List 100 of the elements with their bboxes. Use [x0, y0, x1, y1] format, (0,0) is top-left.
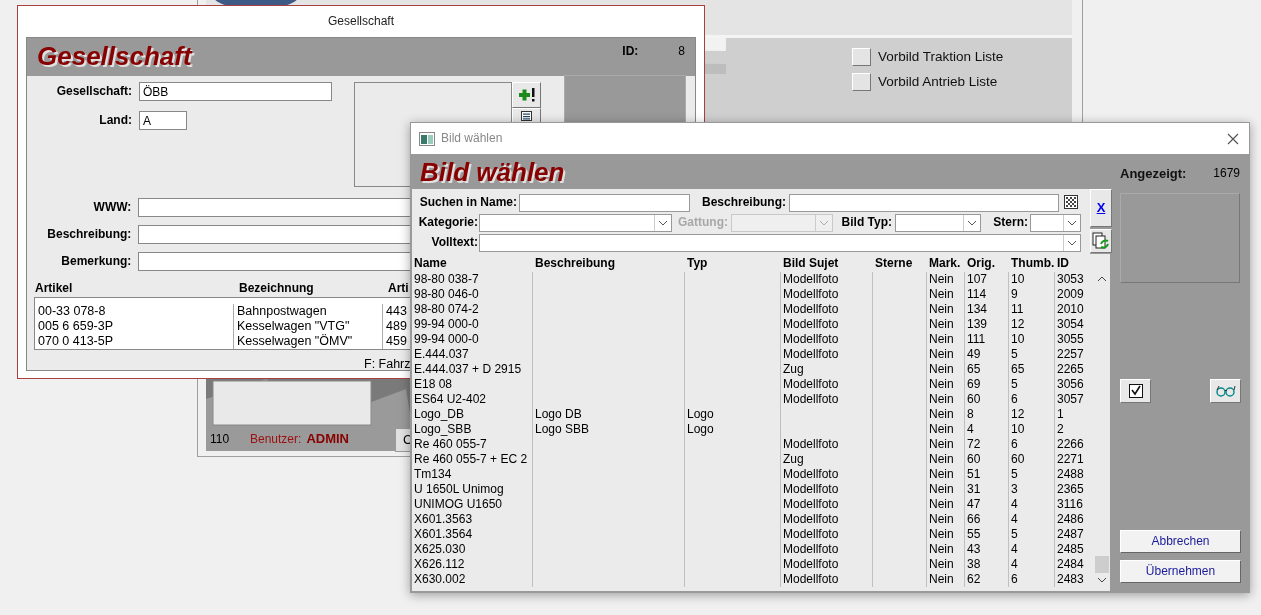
table-cell: Nein [927, 452, 965, 467]
table-cell-text: 2488 [1056, 467, 1085, 482]
table-cell: 62 [965, 572, 1009, 587]
table-cell: 12 [1009, 317, 1055, 332]
table-cell: Modellfoto [781, 512, 873, 527]
table-cell-text: 2487 [1056, 527, 1085, 542]
table-cell: Nein [927, 272, 965, 287]
table-cell-text: 3057 [1056, 392, 1085, 407]
user-name: ADMIN [306, 431, 349, 447]
column-header: Beschreibung [534, 255, 616, 272]
table-cell: Modellfoto [781, 377, 873, 392]
table-cell-text: 459 [385, 334, 407, 350]
table-cell-text: 3116 [1056, 497, 1084, 512]
table-cell: Nein [927, 482, 965, 497]
table-cell: Logo_DB [412, 407, 533, 422]
table-cell: X601.3564 [412, 527, 533, 542]
table-cell: Nein [927, 302, 965, 317]
table-cell-text: 2484 [1056, 557, 1085, 572]
window-title: Gesellschaft [327, 13, 395, 30]
table-cell: Nein [927, 572, 965, 587]
table-cell: Logo DB [533, 407, 685, 422]
table-cell: 5 [1009, 377, 1055, 392]
column-header: Artikel [35, 281, 74, 296]
table-cell: Nein [927, 317, 965, 332]
table-cell: E.444.037 [412, 347, 533, 362]
record-count: 110 [210, 432, 231, 447]
table-cell: Nein [927, 377, 965, 392]
table-cell: 69 [965, 377, 1009, 392]
table-cell: 111 [965, 332, 1009, 347]
field-label: Gesellschaft: [55, 84, 132, 99]
table-cell: 66 [965, 512, 1009, 527]
field-label: Bemerkung: [60, 254, 132, 269]
table-cell: Modellfoto [781, 332, 873, 347]
table-cell: Nein [927, 392, 965, 407]
field-label: Beschreibung: [46, 227, 132, 242]
table-cell: 6 [1009, 437, 1055, 452]
table-cell: 6 [1009, 392, 1055, 407]
table-cell: Modellfoto [781, 302, 873, 317]
table-cell: 9 [1009, 287, 1055, 302]
id-value: 8 [678, 44, 685, 59]
table-cell: Nein [927, 407, 965, 422]
table-cell: Modellfoto [781, 287, 873, 302]
table-cell: Modellfoto [781, 497, 873, 512]
table-cell-text: 489 [385, 319, 407, 335]
table-cell: 11 [1009, 302, 1055, 317]
table-cell: Zug [781, 452, 873, 467]
table-cell: 00-33 078-8 [35, 304, 234, 320]
table-cell: ES64 U2-402 [412, 392, 533, 407]
table-cell: 60 [1009, 452, 1055, 467]
table-cell: Nein [927, 437, 965, 452]
table-cell: X630.002 [412, 572, 533, 587]
field-label: Beschreibung: [701, 195, 786, 210]
table-cell: 47 [965, 497, 1009, 512]
table-cell-text: 3054 [1056, 317, 1085, 332]
table-cell: U 1650L Unimog [412, 482, 533, 497]
button-label: Vorbild Antrieb Liste [878, 73, 998, 91]
table-cell: Modellfoto [781, 467, 873, 482]
user-label: Benutzer: [250, 432, 302, 447]
table-cell: 38 [965, 557, 1009, 572]
table-cell: 10 [1009, 272, 1055, 287]
table-cell: UNIMOG U1650 [412, 497, 533, 512]
table-cell: 65 [965, 362, 1009, 377]
table-cell-text: 2009 [1056, 287, 1085, 302]
table-cell: 3 [1009, 482, 1055, 497]
table-cell: Nein [927, 497, 965, 512]
count-label: Angezeigt: [1120, 165, 1187, 182]
table-cell: Nein [927, 467, 965, 482]
field-label: Kategorie: [417, 215, 478, 230]
table-cell: Modellfoto [781, 527, 873, 542]
column-header: Bild Sujet [782, 255, 840, 272]
column-header: Orig. [966, 255, 996, 272]
table-cell: 60 [965, 392, 1009, 407]
column-header: Sterne [874, 255, 914, 272]
table-cell-text: 2266 [1056, 437, 1085, 452]
table-cell: Modellfoto [781, 437, 873, 452]
table-cell: Logo [685, 422, 781, 437]
table-cell: Modellfoto [781, 272, 873, 287]
column-header: ID [1056, 255, 1070, 272]
table-cell: 4 [1009, 557, 1055, 572]
table-cell: 6 [1009, 572, 1055, 587]
table-cell: 5 [1009, 347, 1055, 362]
table-cell: Nein [927, 542, 965, 557]
table-cell: Nein [927, 362, 965, 377]
table-cell: Re 460 055-7 + EC 2 [412, 452, 533, 467]
table-cell: 4 [965, 422, 1009, 437]
table-cell: Nein [927, 512, 965, 527]
button-label: Vorbild Traktion Liste [878, 48, 1004, 66]
field-label: Suchen in Name: [418, 195, 517, 210]
table-cell: 99-94 000-0 [412, 332, 533, 347]
table-cell-text: 2365 [1056, 482, 1085, 497]
column-header: Typ [686, 255, 709, 272]
field-label: Stern: [992, 215, 1028, 230]
table-cell: 10 [1009, 332, 1055, 347]
table-cell: 4 [1009, 512, 1055, 527]
table-cell: 31 [965, 482, 1009, 497]
table-cell: 98-80 074-2 [412, 302, 533, 317]
table-cell: 51 [965, 467, 1009, 482]
table-cell: 070 0 413-5P [35, 334, 234, 350]
table-cell: Logo SBB [533, 422, 685, 437]
table-cell: Modellfoto [781, 347, 873, 362]
